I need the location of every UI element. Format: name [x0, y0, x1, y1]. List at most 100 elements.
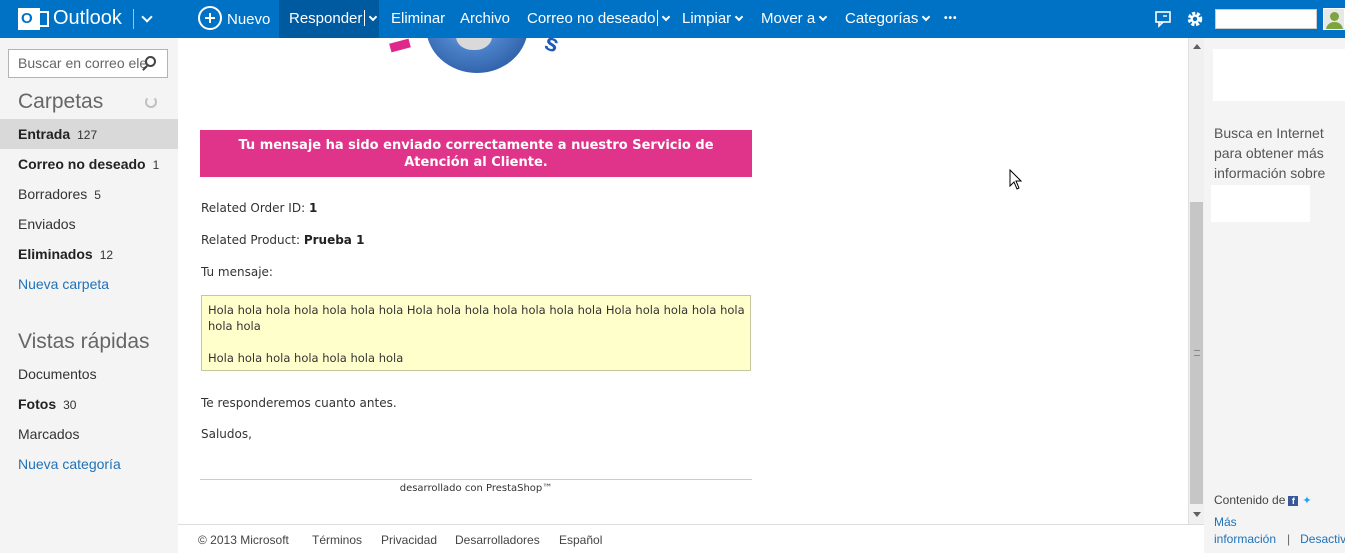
mail-search-input[interactable]: Buscar en correo ele [8, 49, 168, 78]
move-to-menu[interactable]: Mover a [761, 0, 828, 38]
signoff-text: Saludos, [201, 427, 252, 441]
junk-label: Correo no deseado [527, 10, 656, 27]
message-paragraph: Hola hola hola hola hola hola hola Hola … [208, 303, 745, 333]
new-label: Nuevo [227, 11, 271, 28]
folder-label: Eliminados [18, 246, 93, 262]
sweep-menu[interactable]: Limpiar [682, 0, 744, 38]
folder-count: 1 [152, 158, 160, 172]
folder-label: Enviados [18, 216, 76, 232]
folder-sent[interactable]: Enviados [0, 209, 178, 239]
closing-text: Te responderemos cuanto antes. [201, 396, 397, 410]
web-search-prompt: Busca en Internet para obtener más infor… [1214, 125, 1326, 181]
divider [657, 10, 659, 26]
top-command-bar: O Outlook Nuevo Responder Eliminar Archi… [0, 0, 1345, 38]
twitter-icon: ✦ [1302, 495, 1312, 507]
grip-icon [1194, 350, 1200, 356]
junk-button[interactable]: Correo no deseado [527, 0, 671, 38]
reading-pane: s Tu mensaje ha sido enviado correctamen… [178, 38, 1188, 524]
quick-view-photos[interactable]: Fotos 30 [0, 389, 178, 419]
reading-pane-scrollbar[interactable] [1188, 38, 1204, 524]
messaging-icon[interactable] [1154, 9, 1174, 29]
outlook-logo-icon: O [18, 8, 49, 30]
plus-circle-icon [198, 6, 222, 30]
folder-label: Correo no deseado [18, 156, 146, 172]
terms-link[interactable]: Términos [312, 533, 362, 547]
folder-count: 12 [99, 248, 114, 262]
right-pane-separator: |Desactivar [1287, 531, 1345, 548]
categories-menu[interactable]: Categorías [845, 0, 931, 38]
success-banner: Tu mensaje ha sido enviado correctamente… [200, 130, 752, 177]
content-source: Contenido de f ✦ [1214, 493, 1312, 507]
divider [133, 9, 134, 29]
more-actions-button[interactable]: ••• [944, 0, 958, 38]
chevron-down-icon[interactable] [662, 12, 671, 22]
shop-logo-fragment [389, 38, 411, 53]
chevron-down-icon [734, 12, 744, 22]
facebook-icon: f [1288, 496, 1299, 506]
more-info-link[interactable]: Más información [1214, 514, 1276, 548]
shop-logo-fragment: s [540, 38, 563, 59]
folder-drafts[interactable]: Borradores 5 [0, 179, 178, 209]
product-label: Related Product: [201, 233, 304, 247]
chevron-down-icon [922, 12, 931, 22]
delete-button[interactable]: Eliminar [391, 0, 445, 38]
folder-junk[interactable]: Correo no deseado 1 [0, 149, 178, 179]
developers-link[interactable]: Desarrolladores [455, 533, 540, 547]
copyright-text: © 2013 Microsoft [198, 533, 289, 547]
quick-view-flagged[interactable]: Marcados [0, 419, 178, 449]
message-box: Hola hola hola hola hola hola hola Hola … [201, 295, 751, 371]
scroll-up-arrow-icon[interactable] [1193, 44, 1201, 49]
message-paragraph: Hola hola hola hola hola hola hola [208, 351, 404, 365]
content-source-label: Contenido de [1214, 493, 1286, 507]
globe-logo-image [426, 38, 528, 73]
reply-button[interactable]: Responder [279, 0, 379, 38]
deactivate-link[interactable]: Desactivar [1300, 532, 1345, 546]
sweep-label: Limpiar [682, 10, 732, 27]
avatar[interactable] [1323, 8, 1345, 30]
order-id-line: Related Order ID: 1 [201, 201, 317, 215]
left-navigation: Buscar en correo ele Carpetas Entrada 127… [0, 38, 178, 553]
folder-deleted[interactable]: Eliminados 12 [0, 239, 178, 269]
move-label: Mover a [761, 10, 816, 27]
right-info-pane: Busca en Internet para obtener más infor… [1204, 38, 1345, 553]
folder-count: 5 [94, 188, 101, 202]
order-id-value: 1 [308, 201, 318, 215]
privacy-link[interactable]: Privacidad [381, 533, 437, 547]
search-icon[interactable] [145, 56, 156, 67]
top-search-input[interactable] [1215, 9, 1317, 29]
product-line: Related Product: Prueba 1 [201, 233, 364, 247]
quick-view-label: Fotos [18, 396, 57, 412]
quick-view-label: Marcados [18, 426, 80, 442]
chevron-down-icon[interactable] [369, 12, 378, 22]
folder-label: Entrada [18, 126, 71, 142]
divider [364, 10, 366, 26]
quick-view-count: 30 [63, 398, 77, 412]
folders-heading: Carpetas [18, 90, 104, 113]
new-category-link[interactable]: Nueva categoría [0, 449, 178, 479]
chevron-down-icon [818, 12, 828, 22]
product-value: Prueba 1 [303, 233, 365, 247]
gear-icon[interactable] [1185, 9, 1205, 29]
powered-by-text: desarrollado con PrestaShop™ [399, 483, 553, 494]
web-results-placeholder [1211, 185, 1310, 222]
mouse-pointer-icon [1009, 169, 1023, 190]
language-link[interactable]: Español [559, 533, 602, 547]
scroll-thumb[interactable] [1190, 202, 1203, 504]
message-label: Tu mensaje: [201, 265, 273, 279]
folder-count: 127 [77, 128, 98, 142]
refresh-icon[interactable] [145, 96, 157, 108]
right-pane-links: Más información |Desactivar [1214, 514, 1345, 548]
folder-inbox[interactable]: Entrada 127 [0, 119, 178, 149]
app-switcher[interactable]: O Outlook [0, 0, 158, 38]
archive-button[interactable]: Archivo [460, 0, 510, 38]
quick-view-documents[interactable]: Documentos [0, 359, 178, 389]
reply-label: Responder [289, 10, 363, 27]
new-button[interactable]: Nuevo [198, 0, 270, 38]
divider [200, 479, 752, 480]
order-id-label: Related Order ID: [201, 201, 309, 215]
ad-placeholder [1213, 49, 1345, 101]
page-footer: © 2013 Microsoft Términos Privacidad Des… [178, 524, 1204, 553]
scroll-down-arrow-icon[interactable] [1193, 512, 1201, 517]
new-folder-link[interactable]: Nueva carpeta [0, 269, 178, 299]
chevron-down-icon [141, 11, 153, 23]
